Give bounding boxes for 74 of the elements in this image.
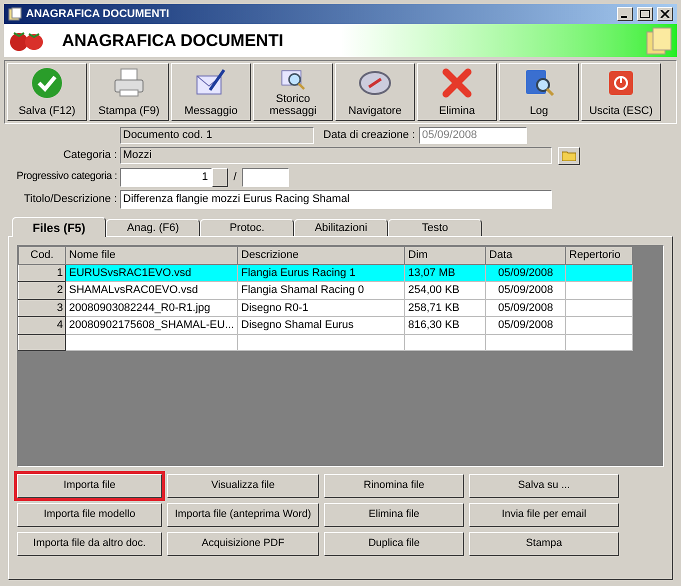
- toolbar-button[interactable]: Navigatore: [335, 63, 415, 121]
- separator-label: /: [232, 170, 238, 185]
- progressive-field[interactable]: 1: [120, 168, 212, 186]
- table-cell: 254,00 KB: [404, 282, 486, 299]
- action-button[interactable]: Duplica file: [324, 532, 464, 556]
- title-label: Titolo/Descrizione :: [22, 192, 118, 208]
- close-icon: [660, 10, 670, 18]
- table-cell: 05/09/2008: [486, 282, 566, 299]
- column-header[interactable]: Nome file: [66, 246, 238, 264]
- category-label: Categoria :: [62, 148, 118, 164]
- column-header[interactable]: Descrizione: [238, 246, 405, 264]
- row-number-cell: 4: [18, 316, 66, 334]
- window-title: ANAGRAFICA DOCUMENTI: [26, 6, 170, 22]
- close-button[interactable]: [657, 7, 673, 21]
- row-number-cell: 2: [18, 282, 66, 299]
- table-row[interactable]: 4 20080902175608_SHAMAL-EU... Disegno Shamal Eurus 816,30 KB 05/09/2008: [18, 316, 633, 334]
- action-button[interactable]: Salva su ...: [469, 474, 619, 498]
- table-cell: 20080902175608_SHAMAL-EU...: [66, 316, 238, 334]
- action-button[interactable]: Elimina file: [324, 503, 464, 527]
- document-code-field: Documento cod. 1: [120, 127, 314, 144]
- column-header[interactable]: Cod.: [18, 246, 66, 264]
- action-button[interactable]: Importa file: [17, 474, 162, 498]
- tab[interactable]: Abilitazioni: [294, 219, 388, 236]
- header-title: ANAGRAFICA DOCUMENTI: [62, 30, 284, 52]
- maximize-button[interactable]: [637, 7, 653, 21]
- table-row[interactable]: 3 20080903082244_R0-R1.jpg Disegno R0-1 258,71 KB 05/09/2008: [18, 299, 633, 316]
- table-cell: 05/09/2008: [486, 316, 566, 334]
- toolbar-button[interactable]: Log: [499, 63, 579, 121]
- maximize-icon: [640, 10, 650, 18]
- action-button[interactable]: Importa file modello: [17, 503, 162, 527]
- category-field[interactable]: Mozzi: [120, 147, 552, 164]
- toolbar-button[interactable]: Storico messaggi: [253, 63, 333, 121]
- documents-icon: [645, 26, 673, 56]
- table-cell: [566, 282, 633, 299]
- tab[interactable]: Testo: [388, 219, 482, 236]
- strawberry-icon: [8, 30, 46, 52]
- action-button[interactable]: Importa file da altro doc.: [17, 532, 162, 556]
- creation-date-label: Data di creazione :: [322, 128, 416, 144]
- toolbar-button[interactable]: Messaggio: [171, 63, 251, 121]
- minimize-button[interactable]: [617, 7, 633, 21]
- title-field[interactable]: Differenza flangie mozzi Eurus Racing Shamal: [120, 190, 552, 209]
- creation-date-field[interactable]: 05/09/2008: [419, 127, 527, 144]
- action-button[interactable]: Rinomina file: [324, 474, 464, 498]
- progressive-suffix-field[interactable]: [242, 168, 289, 186]
- toolbar-button[interactable]: Stampa (F9): [89, 63, 169, 121]
- action-button[interactable]: Acquisizione PDF: [167, 532, 319, 556]
- action-button[interactable]: Invia file per email: [469, 503, 619, 527]
- progressive-label: Progressivo categoria :: [16, 169, 118, 184]
- cross-icon: [440, 66, 474, 100]
- toolbar-button[interactable]: Salva (F12): [7, 63, 87, 121]
- table-cell: Disegno Shamal Eurus: [238, 316, 405, 334]
- folder-icon: [562, 150, 576, 161]
- table-cell: Flangia Shamal Racing 0: [238, 282, 405, 299]
- toolbar-button[interactable]: Uscita (ESC): [581, 63, 661, 121]
- column-header[interactable]: Dim: [404, 246, 486, 264]
- folder-button[interactable]: [558, 146, 580, 164]
- column-header[interactable]: Repertorio: [566, 246, 633, 264]
- tab[interactable]: Protoc.: [200, 219, 294, 236]
- table-row[interactable]: 1 EURUSvsRAC1EVO.vsd Flangia Eurus Racing 1 13,07 MB 05/09/2008: [18, 264, 633, 282]
- progressive-button[interactable]: [212, 168, 228, 186]
- action-button[interactable]: Stampa: [469, 532, 619, 556]
- row-number-cell: 3: [18, 299, 66, 316]
- action-button[interactable]: Importa file (anteprima Word): [167, 503, 319, 527]
- action-button[interactable]: Visualizza file: [167, 474, 319, 498]
- tab[interactable]: Anag. (F6): [106, 219, 200, 236]
- column-header[interactable]: Data: [486, 246, 566, 264]
- table-cell: 816,30 KB: [404, 316, 486, 334]
- table-row[interactable]: 2 SHAMALvsRAC0EVO.vsd Flangia Shamal Racing 0 254,00 KB 05/09/2008: [18, 282, 633, 299]
- tab[interactable]: Files (F5): [12, 217, 106, 237]
- documents-icon: [8, 7, 22, 21]
- table-cell: SHAMALvsRAC0EVO.vsd: [66, 282, 238, 299]
- toolbar-button[interactable]: Elimina: [417, 63, 497, 121]
- checkmark-icon: [30, 66, 64, 100]
- row-number-cell: 1: [18, 264, 66, 282]
